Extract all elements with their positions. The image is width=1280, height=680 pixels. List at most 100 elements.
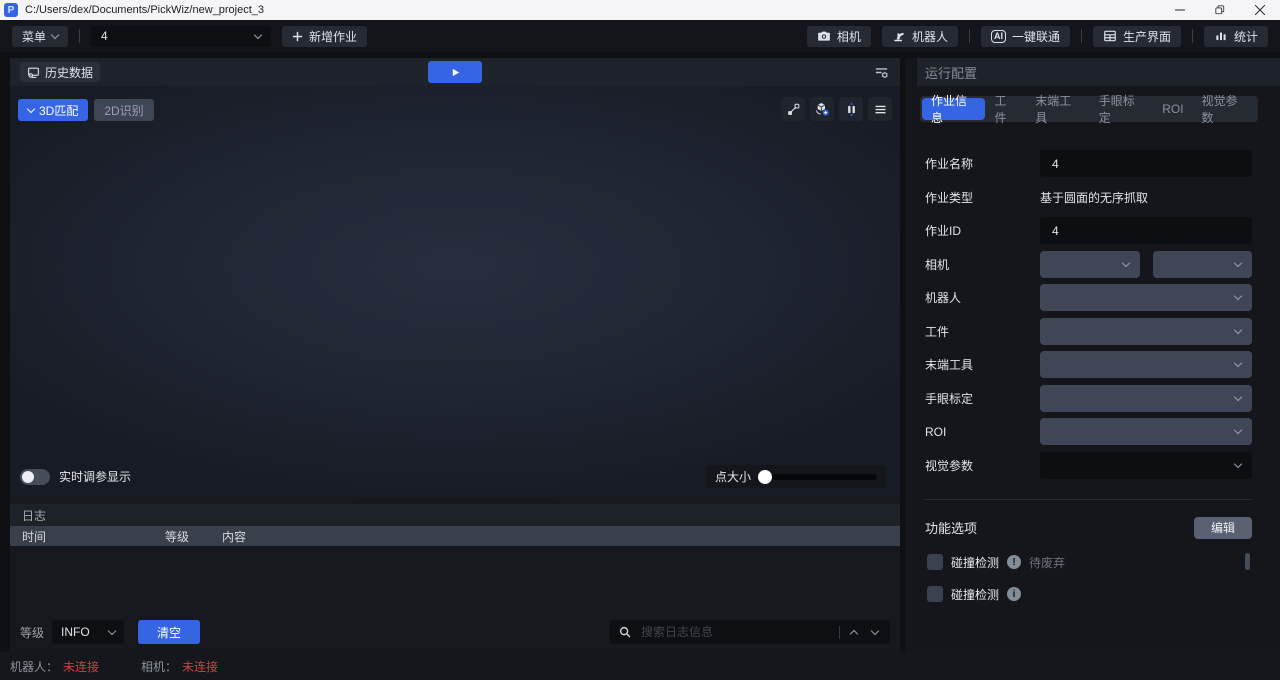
- collision-detect-checkbox-1[interactable]: [927, 554, 943, 570]
- tab-end-tool[interactable]: 末端工具: [1026, 98, 1089, 120]
- feature-row-collision-2: 碰撞检测 i: [925, 586, 1252, 603]
- search-next-button[interactable]: [868, 631, 882, 634]
- feature-options-title: 功能选项: [925, 518, 977, 537]
- filter-settings-icon: [873, 64, 890, 81]
- log-search-input[interactable]: [639, 624, 832, 640]
- fit-view-button[interactable]: [839, 97, 863, 121]
- collision-detect-checkbox-2[interactable]: [927, 586, 943, 602]
- ai-icon: AI: [991, 30, 1006, 43]
- add-job-button[interactable]: 新增作业: [282, 26, 367, 47]
- viewport-menu-button[interactable]: [868, 97, 892, 121]
- edit-button[interactable]: 编辑: [1194, 517, 1252, 539]
- run-config-title: 运行配置: [917, 58, 1280, 86]
- play-icon: [450, 67, 461, 78]
- window-controls: [1160, 0, 1280, 20]
- panel-scrollbar-thumb[interactable]: [1245, 553, 1250, 570]
- hand-eye-select[interactable]: [1040, 385, 1252, 412]
- camera-select-1[interactable]: [1040, 251, 1140, 278]
- config-tab-bar: 作业信息 工件 末端工具 手眼标定 ROI 视觉参数: [920, 96, 1258, 122]
- point-cloud-viewport[interactable]: 3D匹配 2D识别: [10, 86, 900, 497]
- toolbar-separator: [969, 29, 970, 43]
- log-table-header: 时间 等级 内容: [10, 526, 900, 546]
- roi-label: ROI: [925, 425, 1040, 439]
- job-type-label: 作业类型: [925, 189, 1040, 206]
- add-job-label: 新增作业: [309, 28, 357, 45]
- form-row-roi: ROI: [925, 418, 1252, 445]
- measure-icon: [786, 102, 801, 117]
- camera-icon: [817, 29, 831, 43]
- measure-tool-button[interactable]: [781, 97, 805, 121]
- chevron-down-icon: [1234, 258, 1242, 266]
- tab-hand-eye[interactable]: 手眼标定: [1090, 98, 1153, 120]
- robot-button[interactable]: 机器人: [882, 26, 958, 47]
- viewport-tabs: 3D匹配 2D识别: [18, 99, 154, 121]
- restore-icon: [1215, 5, 1225, 15]
- robot-label: 机器人: [925, 289, 1040, 306]
- production-view-button[interactable]: 生产界面: [1093, 26, 1181, 47]
- workpiece-select[interactable]: [1040, 318, 1252, 345]
- stats-button[interactable]: 统计: [1204, 26, 1268, 47]
- job-id-input[interactable]: [1040, 217, 1252, 244]
- menu-button[interactable]: 菜单: [12, 26, 68, 47]
- search-separator: [839, 626, 840, 639]
- tab-3d-match-label: 3D匹配: [39, 102, 78, 119]
- toolbar-separator: [79, 29, 80, 43]
- viewer-header: 历史数据: [10, 58, 900, 86]
- tab-3d-match[interactable]: 3D匹配: [18, 99, 88, 121]
- robot-status-value: 未连接: [63, 658, 99, 675]
- one-key-connect-label: 一键联通: [1012, 28, 1060, 45]
- job-select-value: 4: [101, 29, 108, 43]
- restore-button[interactable]: [1200, 0, 1240, 20]
- tab-2d-detect-label: 2D识别: [104, 102, 143, 119]
- vision-params-select[interactable]: [1040, 452, 1252, 479]
- log-column-content: 内容: [222, 528, 246, 545]
- close-button[interactable]: [1240, 0, 1280, 20]
- job-type-value: 基于圆面的无序抓取: [1040, 189, 1148, 206]
- log-level-select[interactable]: INFO: [52, 620, 124, 644]
- chevron-down-icon: [1234, 292, 1242, 300]
- job-id-label: 作业ID: [925, 222, 1040, 239]
- window-title: C:/Users/dex/Documents/PickWiz/new_proje…: [25, 4, 264, 16]
- job-select[interactable]: 4: [91, 26, 271, 47]
- log-rows-area[interactable]: [10, 546, 900, 612]
- tab-vision-params[interactable]: 视觉参数: [1193, 98, 1256, 120]
- camera-button[interactable]: 相机: [807, 26, 871, 47]
- robot-select[interactable]: [1040, 284, 1252, 311]
- run-button[interactable]: [428, 61, 482, 83]
- tab-roi[interactable]: ROI: [1153, 98, 1192, 120]
- bar-chart-icon: [1214, 29, 1228, 43]
- camera-select-2[interactable]: [1153, 251, 1253, 278]
- history-data-button[interactable]: 历史数据: [20, 62, 100, 82]
- log-panel: 日志 时间 等级 内容 等级 INFO 清空: [10, 497, 900, 652]
- menu-button-label: 菜单: [22, 28, 46, 45]
- roi-select[interactable]: [1040, 418, 1252, 445]
- add-model-button[interactable]: [810, 97, 834, 121]
- robot-status-label: 机器人：: [10, 658, 58, 675]
- one-key-connect-button[interactable]: AI 一键联通: [981, 26, 1070, 47]
- clear-log-button[interactable]: 清空: [138, 620, 200, 644]
- slider-knob[interactable]: [758, 470, 772, 484]
- form-row-hand-eye: 手眼标定: [925, 385, 1252, 412]
- realtime-toggle[interactable]: [20, 469, 50, 485]
- hamburger-menu-icon: [873, 102, 888, 117]
- tab-2d-detect[interactable]: 2D识别: [94, 99, 153, 121]
- log-level-value: INFO: [61, 625, 90, 639]
- form-row-job-id: 作业ID: [925, 217, 1252, 244]
- minimize-button[interactable]: [1160, 0, 1200, 20]
- robot-arm-icon: [892, 29, 906, 43]
- job-name-input[interactable]: [1040, 150, 1252, 177]
- camera-label: 相机: [925, 256, 1040, 273]
- point-size-slider[interactable]: [759, 474, 877, 480]
- minimize-icon: [1175, 5, 1185, 15]
- tab-job-info[interactable]: 作业信息: [922, 98, 985, 120]
- search-prev-button[interactable]: [847, 628, 861, 637]
- app-logo-letter: P: [8, 5, 15, 16]
- camera-status-label: 相机：: [141, 658, 177, 675]
- robot-status: 机器人： 未连接: [10, 658, 99, 675]
- chevron-down-icon: [254, 30, 262, 38]
- toolbar-right-group: 相机 机器人 AI 一键联通 生产界面 统计: [807, 26, 1268, 47]
- tab-workpiece[interactable]: 工件: [985, 98, 1026, 120]
- titlebar: P C:/Users/dex/Documents/PickWiz/new_pro…: [0, 0, 1280, 20]
- display-settings-button[interactable]: [873, 64, 890, 81]
- end-tool-select[interactable]: [1040, 351, 1252, 378]
